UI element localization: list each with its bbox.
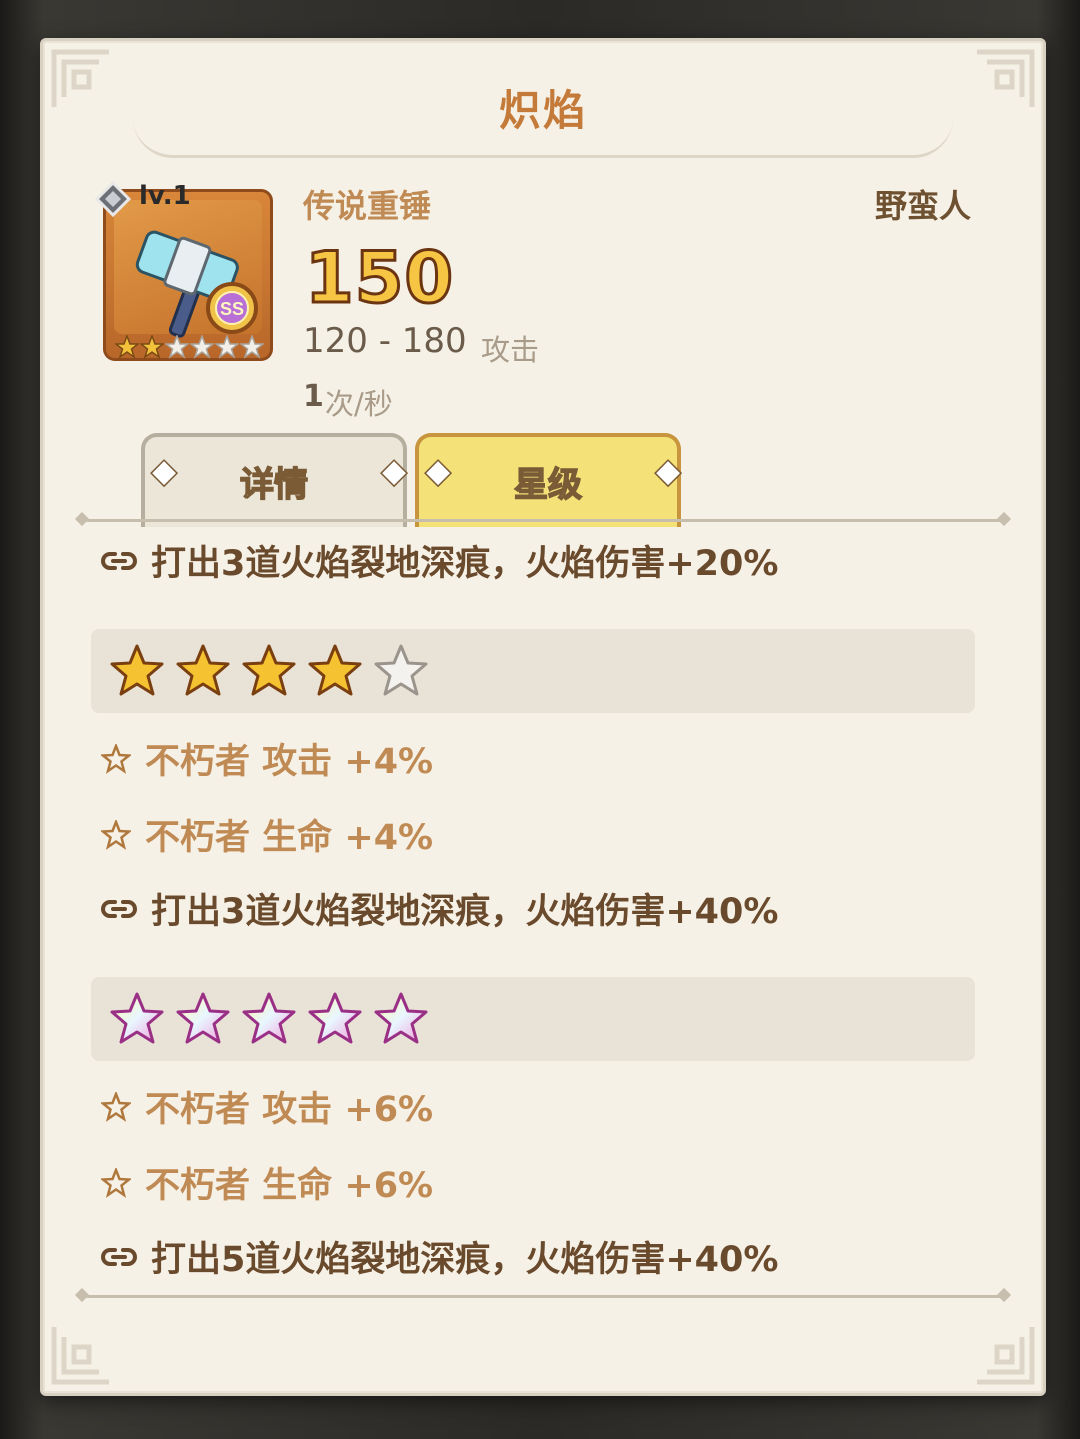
gold-star-icon [242,644,296,696]
divider [83,519,1003,522]
ss-rarity-badge-icon: SS [206,282,258,334]
link-icon [101,551,137,570]
empty-star-icon [190,335,214,359]
rainbow-star-icon [110,992,164,1044]
link-icon [101,1247,137,1266]
svg-text:SS: SS [220,299,244,319]
outline-star-icon [101,743,131,774]
item-title: 炽焰 [498,86,587,135]
bonus-row: 不朽者 生命 +6% [101,1157,433,1208]
gold-star-icon [115,335,139,359]
tab-stars[interactable]: ◆ ◆ 星级 [415,433,682,527]
bonus-text: 不朽者 攻击 +4% [145,742,434,782]
rank-diamond-icon [95,181,131,217]
tier4-star-band [91,629,975,713]
rainbow-star-icon [374,992,428,1044]
outline-star-icon [101,1167,131,1198]
bonus-text: 不朽者 攻击 +6% [145,1090,434,1130]
gold-star-icon [140,335,164,359]
effect-text: 打出5道火焰裂地深痕，火焰伤害+40% [151,1240,779,1280]
bonus-row: 不朽者 攻击 +6% [101,1081,433,1132]
bonus-text: 不朽者 生命 +4% [145,818,434,858]
effect-row: 打出3道火焰裂地深痕，火焰伤害+40% [101,883,778,934]
tab-corner-icon: ◆ [424,451,452,491]
rainbow-star-icon [176,992,230,1044]
effect-text: 打出3道火焰裂地深痕，火焰伤害+20% [151,544,779,584]
item-star-rating [115,335,264,359]
empty-star-icon [165,335,189,359]
bonus-text: 不朽者 生命 +6% [145,1166,434,1206]
bonus-row: 不朽者 生命 +4% [101,809,433,860]
tab-details[interactable]: ◆ ◆ 详情 [141,433,408,527]
item-level: lv.1 [139,181,191,211]
tab-details-label: 详情 [239,464,309,506]
attack-range: 120 - 180 [303,321,467,361]
item-type: 传说重锤 [303,187,432,225]
tab-corner-icon: ◆ [380,451,408,491]
corner-ornament [937,1287,1037,1387]
link-icon [101,899,137,918]
tab-stars-label: 星级 [513,464,583,506]
item-class: 野蛮人 [874,187,971,225]
outline-star-icon [101,1091,131,1122]
attack-value: 150 [303,236,455,321]
attack-label: 攻击 [481,333,540,367]
tab-corner-icon: ◆ [150,451,178,491]
gold-star-icon [176,644,230,696]
gold-star-icon [110,644,164,696]
rainbow-star-icon [242,992,296,1044]
tier5-star-band [91,977,975,1061]
empty-star-icon [240,335,264,359]
effect-row: 打出3道火焰裂地深痕，火焰伤害+20% [101,535,778,586]
attack-speed-unit: 次/秒 [325,387,393,421]
gold-star-icon [308,644,362,696]
bonus-row: 不朽者 攻击 +4% [101,733,433,784]
corner-ornament [49,1287,149,1387]
tab-corner-icon: ◆ [654,451,682,491]
silver-star-icon [374,644,428,696]
rainbow-star-icon [308,992,362,1044]
item-detail-panel: 炽焰 lv.1 SS 传说重锤 野蛮人 150 120 - 180 攻击 1 次… [40,38,1046,1396]
outline-star-icon [101,819,131,850]
effect-row: 打出5道火焰裂地深痕，火焰伤害+40% [101,1231,778,1282]
empty-star-icon [215,335,239,359]
effect-text: 打出3道火焰裂地深痕，火焰伤害+40% [151,892,779,932]
divider [83,1295,1003,1298]
attack-speed-value: 1 [303,379,324,414]
